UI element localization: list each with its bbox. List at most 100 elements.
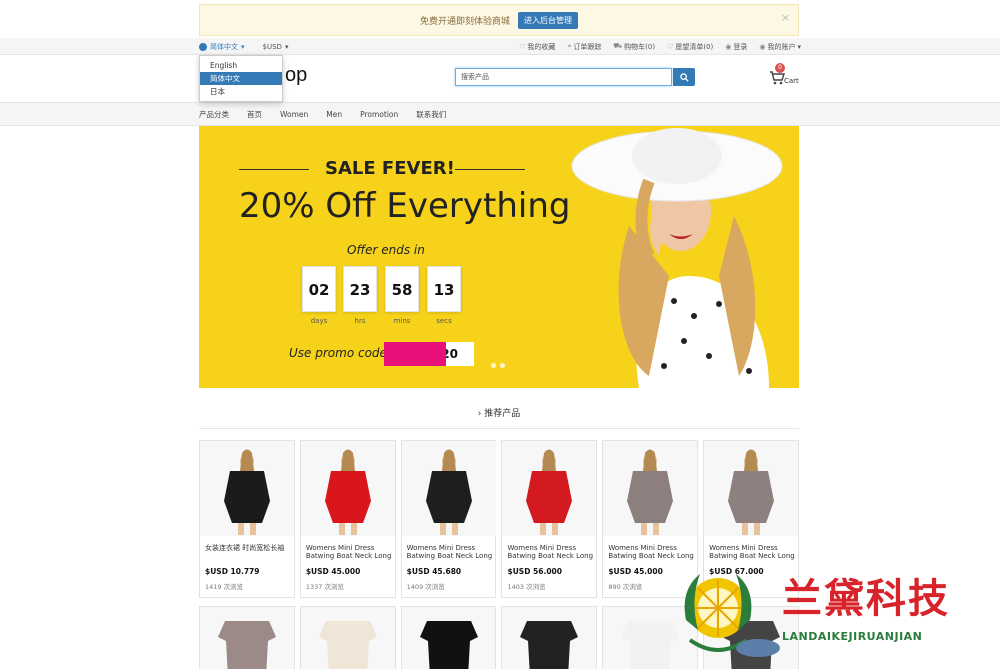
product-card[interactable]: Womens Mini Dress Batwing Boat Neck Long… [299,440,396,598]
product-price: $USD 45.000 [305,567,361,576]
product-image[interactable] [502,441,597,536]
countdown-label: mins [393,317,411,325]
product-views: 1419 次浏览 [205,583,244,591]
promo-code-highlight [384,342,446,366]
watermark: 兰黛科技 LANDAIKEJIRUANJIAN [670,560,1000,669]
globe-icon [199,42,207,51]
admin-button[interactable]: 进入后台管理 [518,11,578,29]
currency-label: $USD [262,42,282,51]
category-nav: 产品分类 首页 Women Men Promotion 联系我们 [0,102,1000,126]
logo[interactable]: op [285,64,307,87]
product-price: $USD 10.779 [205,567,260,576]
product-name[interactable]: 女装连衣裙 时尚宽松长袖 [205,544,293,560]
cart-button[interactable]: 0 Cart [767,63,801,90]
caret-down-icon: ▾ [241,42,245,51]
product-price: $USD 45.680 [406,567,462,576]
product-card[interactable] [501,606,598,669]
page: 免费开通即刻体验商城 进入后台管理 × 简体中文 ▾ $USD ▾ ♡ 我的收藏 … [0,0,1000,669]
notice-bar: 免费开通即刻体验商城 进入后台管理 × [199,4,799,36]
top-bar: 简体中文 ▾ $USD ▾ ♡ 我的收藏 ⌖ 订单跟踪 ⛟ 购物车(0) ♡ 愿望清单(… [0,38,1000,55]
cart-count-badge: 0 [775,63,785,73]
product-image[interactable] [300,607,395,669]
wishlist-link[interactable]: ♡ 愿望清单(0) [667,42,713,52]
countdown-minutes: 58 [385,266,419,312]
cart-link[interactable]: ⛟ 购物车(0) [613,42,655,52]
nav-item-contact[interactable]: 联系我们 [416,109,446,120]
language-selector[interactable]: 简体中文 ▾ [199,42,245,52]
nav-item-men[interactable]: Men [326,110,342,119]
product-image[interactable] [704,441,799,536]
product-card[interactable]: Womens Mini Dress Batwing Boat Neck Long… [501,440,598,598]
countdown-seconds: 13 [427,266,461,312]
product-card[interactable]: 女装连衣裙 时尚宽松长袖 $USD 10.779 1419 次浏览 [199,440,295,598]
banner-subtitle: 20% Off Everything [239,186,571,226]
product-image[interactable] [401,441,496,536]
carousel-indicators[interactable] [491,363,505,368]
carousel-dot[interactable] [500,363,505,368]
nav-item-women[interactable]: Women [280,110,308,119]
product-card[interactable] [199,606,295,669]
product-price: $USD 45.000 [608,567,663,576]
cart-label: Cart [784,77,799,85]
product-name[interactable]: Womens Mini Dress Batwing Boat Neck Long [507,544,595,560]
notice-text: 免费开通即刻体验商城 [419,16,510,27]
product-image[interactable] [401,607,496,669]
login-link[interactable]: ◉ 登录 [725,42,747,52]
heart-icon: ♡ [519,42,526,51]
product-views: 890 次浏览 [608,583,643,591]
currency-selector[interactable]: $USD ▾ [263,43,289,51]
product-card[interactable]: Womens Mini Dress Batwing Boat Neck Long… [400,440,497,598]
nav-item-categories[interactable]: 产品分类 [199,109,229,120]
product-image[interactable] [502,607,597,669]
product-views: 1403 次浏览 [507,583,546,591]
order-tracking-link[interactable]: ⌖ 订单跟踪 [567,42,601,52]
language-menu: English 简体中文 日本 [199,55,283,102]
divider [199,428,799,429]
product-views: 1409 次浏览 [406,583,445,591]
countdown-days: 02 [302,266,336,312]
caret-down-icon: ▾ [284,42,289,51]
countdown-hours: 23 [343,266,377,312]
product-image[interactable] [200,441,294,536]
nav-item-home[interactable]: 首页 [247,109,262,120]
search-input[interactable]: 搜索产品 [455,68,672,86]
carousel-dot[interactable] [491,363,496,368]
product-name[interactable]: Womens Mini Dress Batwing Boat Neck Long [608,544,696,560]
product-image[interactable] [603,441,698,536]
model-photo [569,126,799,388]
product-price: $USD 56.000 [507,567,562,576]
language-option-chinese[interactable]: 简体中文 [200,72,282,85]
favorites-link[interactable]: ♡ 我的收藏 [519,42,555,52]
product-image[interactable] [200,607,294,669]
heart-icon: ♡ [667,42,674,51]
hero-banner[interactable]: SALE FEVER! 20% Off Everything Offer end… [199,126,799,388]
search-button[interactable] [673,68,695,86]
product-image[interactable] [300,441,395,536]
offer-text: Offer ends in [347,243,425,257]
divider [239,169,309,170]
nav-item-promotion[interactable]: Promotion [360,110,398,119]
product-views: 1337 次浏览 [305,583,344,591]
language-option-english[interactable]: English [200,59,282,72]
pin-icon: ⌖ [567,42,572,50]
account-link[interactable]: ◉ 我的账户 ▾ [759,42,801,52]
banner-title: SALE FEVER! [325,158,455,179]
language-option-japanese[interactable]: 日本 [200,85,282,98]
product-name[interactable]: Womens Mini Dress Batwing Boat Neck Long [306,544,394,560]
promo-label: Use promo code [289,346,387,360]
site-header: op 搜索产品 0 Cart [199,56,801,102]
close-icon[interactable]: × [781,11,790,24]
product-name[interactable]: Womens Mini Dress Batwing Boat Neck Long [407,544,495,560]
product-name[interactable]: Womens Mini Dress Batwing Boat Neck Long [709,544,797,560]
product-card[interactable] [400,606,497,669]
countdown-label: secs [436,317,452,325]
product-card[interactable] [299,606,396,669]
section-title: › 推荐产品 [477,409,521,419]
search-icon [679,72,689,82]
user-icon: ◉ [725,42,732,51]
language-label: 简体中文 [210,42,238,51]
divider [455,169,525,170]
chevron-right-icon: › [477,409,482,419]
caret-down-icon: ▾ [797,42,801,51]
user-icon: ◉ [759,42,766,51]
